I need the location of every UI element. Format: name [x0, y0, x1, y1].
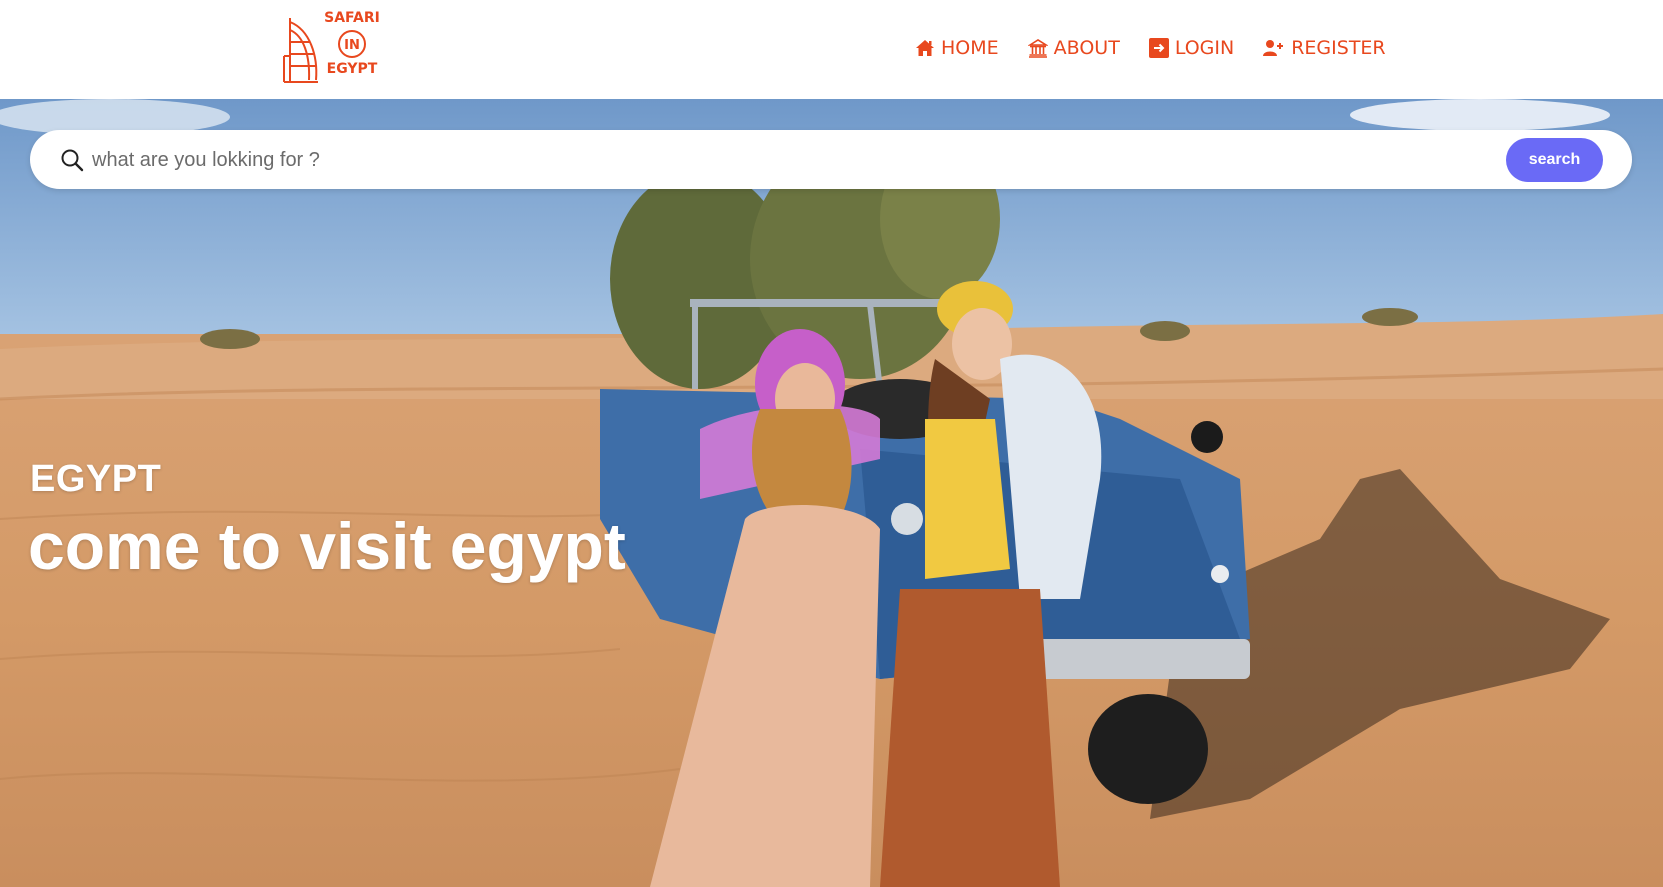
logo-text: SAFARI IN EGYPT [324, 10, 380, 78]
nav-login-link[interactable]: LOGIN [1148, 37, 1235, 59]
home-icon [916, 40, 934, 56]
nav-links: HOME ABOUT LOGIN REGISTER [915, 37, 1386, 59]
hero-banner: search EGYPT come to visit egypt [0, 99, 1663, 887]
nav-login-label: LOGIN [1174, 37, 1235, 59]
hero-subtitle: EGYPT [30, 458, 162, 500]
nav-home-label: HOME [941, 37, 999, 59]
hero-background-image [0, 99, 1663, 887]
search-button[interactable]: search [1506, 138, 1603, 182]
logo-text-egypt: EGYPT [326, 61, 378, 77]
hero-title: come to visit egypt [28, 509, 626, 583]
burj-al-arab-icon [283, 18, 318, 83]
nav-register-link[interactable]: REGISTER [1263, 37, 1386, 59]
navbar: SAFARI IN EGYPT HOME ABOUT LOGIN REGISTE… [0, 0, 1663, 99]
login-icon [1148, 38, 1169, 58]
search-icon [61, 149, 84, 172]
search-bar: search [30, 130, 1632, 189]
nav-home-link[interactable]: HOME [915, 37, 999, 59]
nav-about-link[interactable]: ABOUT [1027, 37, 1120, 59]
nav-register-label: REGISTER [1291, 37, 1386, 59]
logo-text-safari: SAFARI [324, 10, 380, 26]
search-input[interactable] [90, 142, 1514, 178]
logo-text-in: IN [338, 30, 366, 58]
nav-about-label: ABOUT [1053, 37, 1120, 59]
site-logo[interactable]: SAFARI IN EGYPT [280, 10, 380, 90]
museum-icon [1027, 39, 1048, 58]
add-user-icon [1263, 40, 1284, 56]
